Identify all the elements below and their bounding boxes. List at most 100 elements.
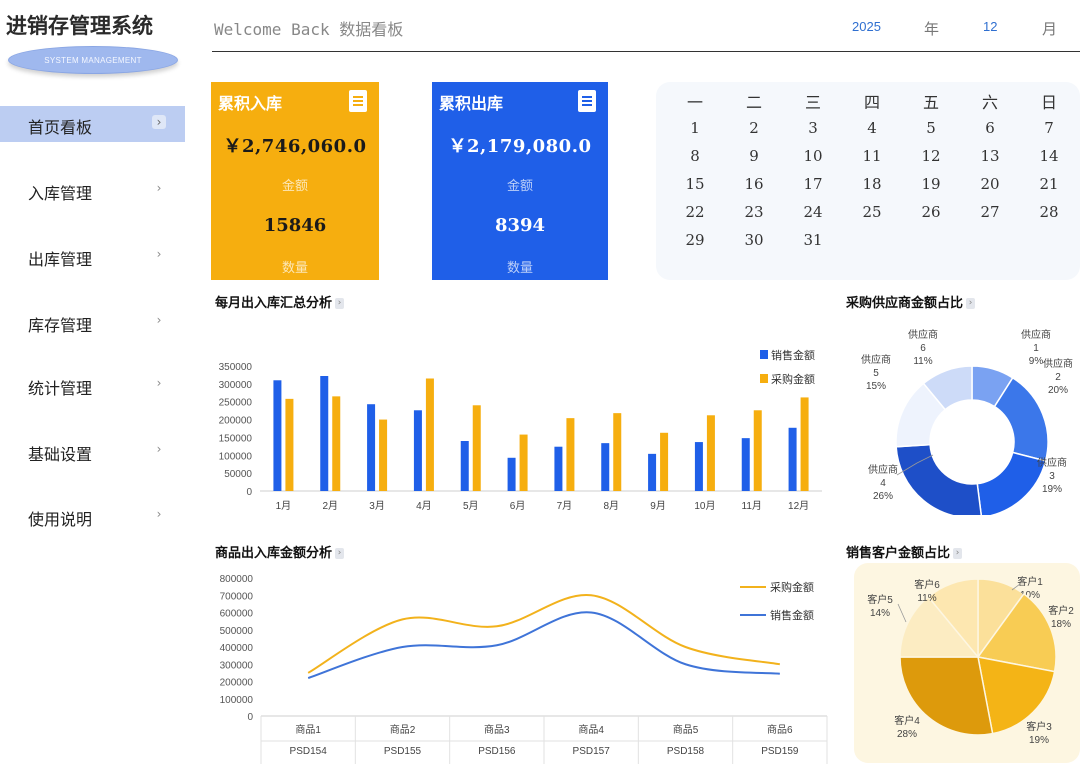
calendar-day[interactable]: 14 <box>1034 147 1064 165</box>
outbound-summary-card: 累积出库 ￥2,179,080.0 金额 8394 数量 <box>432 82 608 280</box>
calendar-day[interactable]: 9 <box>739 147 769 165</box>
month-select[interactable]: 12 <box>983 19 997 34</box>
card-quantity-label: 数量 <box>506 261 533 276</box>
supplier-donut-chart: 供应商 1 9% 供应商 2 20%供应商 3 19%供应商 4 26%供应商 5 15%供应商 6 11… <box>861 328 1073 515</box>
calendar-day[interactable]: 12 <box>916 147 946 165</box>
x-tick-label: 2月 <box>322 500 338 512</box>
calendar-day[interactable]: 13 <box>975 147 1005 165</box>
bar-sales <box>320 376 329 491</box>
calendar-day[interactable]: 27 <box>975 203 1005 221</box>
line-series-sales <box>307 611 780 679</box>
x-tick-label: 11月 <box>742 500 762 512</box>
calendar-day[interactable]: 31 <box>798 231 828 249</box>
sidebar-item-inbound[interactable]: 入库管理 › <box>0 172 185 208</box>
pie-slice <box>976 451 1047 515</box>
x-tick-label: 12月 <box>788 500 809 512</box>
x-tick-label: 4月 <box>416 500 432 512</box>
calendar-day[interactable]: 5 <box>916 119 946 137</box>
bar-purchase <box>753 410 762 491</box>
weekday-label: 六 <box>981 93 998 112</box>
bar-sales <box>694 442 703 491</box>
card-title: 累积出库 <box>439 94 504 113</box>
calendar-day[interactable]: 19 <box>916 175 946 193</box>
customer-chart-title: 销售客户金额占比 › <box>846 542 963 561</box>
app-title: 进销存管理系统 <box>6 13 153 38</box>
sidebar-item-dashboard[interactable]: 首页看板 › <box>0 106 185 142</box>
product-line-chart: 0 100000 200000 300000 400000 500000 600000 700… <box>220 574 828 764</box>
weekday-label: 一 <box>686 93 703 112</box>
calendar-day[interactable]: 15 <box>680 175 710 193</box>
section-title-text: 销售客户金额占比 <box>846 546 951 561</box>
slice-label: 供应商 2 20% <box>1043 357 1073 396</box>
calendar-day[interactable]: 16 <box>739 175 769 193</box>
year-select[interactable]: 2025 <box>852 19 881 34</box>
x-tick-label: 9月 <box>650 500 666 512</box>
section-title-text: 商品出入库金额分析 <box>215 546 333 561</box>
year-unit-label: 年 <box>924 20 940 38</box>
x-tick-code: PSD155 <box>384 746 422 757</box>
calendar-day[interactable]: 17 <box>798 175 828 193</box>
calendar-day[interactable]: 20 <box>975 175 1005 193</box>
calendar-day[interactable]: 21 <box>1034 175 1064 193</box>
calendar-day[interactable]: 10 <box>798 147 828 165</box>
sidebar-item-label: 使用说明 <box>28 510 93 529</box>
calendar-day[interactable]: 24 <box>798 203 828 221</box>
card-amount: ￥2,179,080.0 <box>448 136 592 157</box>
calendar-day[interactable]: 7 <box>1034 119 1064 137</box>
x-tick-label: 1月 <box>276 500 292 512</box>
slice-label: 供应商 5 15% <box>861 353 891 392</box>
chevron-right-icon: › <box>156 442 162 456</box>
sidebar-item-statistics[interactable]: 统计管理 › <box>0 367 185 403</box>
card-amount-label: 金额 <box>281 179 308 194</box>
bar-purchase <box>800 397 809 491</box>
subtitle-badge: SYSTEM MANAGEMENT <box>8 46 178 74</box>
bar-purchase <box>425 378 434 491</box>
slice-label: 供应商 4 26% <box>868 463 898 502</box>
slice-label: 供应商 6 11% <box>908 328 938 367</box>
bar-sales <box>741 438 750 491</box>
x-tick-label: 5月 <box>463 500 479 512</box>
section-title-text: 每月出入库汇总分析 <box>215 296 333 311</box>
slice-label: 供应商 3 19% <box>1037 456 1067 495</box>
calendar-day[interactable]: 3 <box>798 119 828 137</box>
chevron-right-icon[interactable]: › <box>335 548 345 559</box>
weekday-label: 五 <box>922 93 939 112</box>
calendar-day[interactable]: 22 <box>680 203 710 221</box>
calendar-day[interactable]: 23 <box>739 203 769 221</box>
y-tick-label: 0 <box>246 487 252 498</box>
y-tick-label: 100000 <box>220 695 254 706</box>
calendar-day[interactable]: 29 <box>680 231 710 249</box>
chevron-right-icon[interactable]: › <box>953 548 963 559</box>
calendar-day[interactable]: 6 <box>975 119 1005 137</box>
sidebar-item-outbound[interactable]: 出库管理 › <box>0 238 185 274</box>
calendar-day[interactable]: 8 <box>680 147 710 165</box>
x-tick-code: PSD159 <box>761 746 799 757</box>
chevron-right-icon[interactable]: › <box>966 298 976 309</box>
sidebar-item-settings[interactable]: 基础设置 › <box>0 433 185 469</box>
chevron-right-icon: › <box>156 181 162 195</box>
bar-sales <box>788 427 797 491</box>
calendar-day[interactable]: 28 <box>1034 203 1064 221</box>
x-tick-label: 商品2 <box>390 723 416 736</box>
sidebar-item-help[interactable]: 使用说明 › <box>0 498 185 534</box>
card-amount-label: 金额 <box>506 179 533 194</box>
calendar-day[interactable]: 18 <box>857 175 887 193</box>
calendar-day[interactable]: 30 <box>739 231 769 249</box>
calendar-day[interactable]: 1 <box>680 119 710 137</box>
chevron-right-icon: › <box>156 313 162 327</box>
sidebar-item-label: 出库管理 <box>28 250 93 269</box>
bar-purchase <box>285 398 294 491</box>
product-chart-title: 商品出入库金额分析 › <box>215 542 345 561</box>
calendar-day[interactable]: 11 <box>857 147 887 165</box>
sidebar-item-inventory[interactable]: 库存管理 › <box>0 304 185 340</box>
calendar-day[interactable]: 25 <box>857 203 887 221</box>
legend-label: 采购金额 <box>771 372 815 386</box>
calendar-day[interactable]: 26 <box>916 203 946 221</box>
y-tick-label: 100000 <box>219 451 253 462</box>
card-quantity: 15846 <box>263 215 327 236</box>
chevron-right-icon[interactable]: › <box>335 298 345 309</box>
sidebar-item-label: 统计管理 <box>28 379 93 398</box>
chevron-right-icon: › <box>156 507 162 521</box>
calendar-day[interactable]: 2 <box>739 119 769 137</box>
calendar-day[interactable]: 4 <box>857 119 887 137</box>
